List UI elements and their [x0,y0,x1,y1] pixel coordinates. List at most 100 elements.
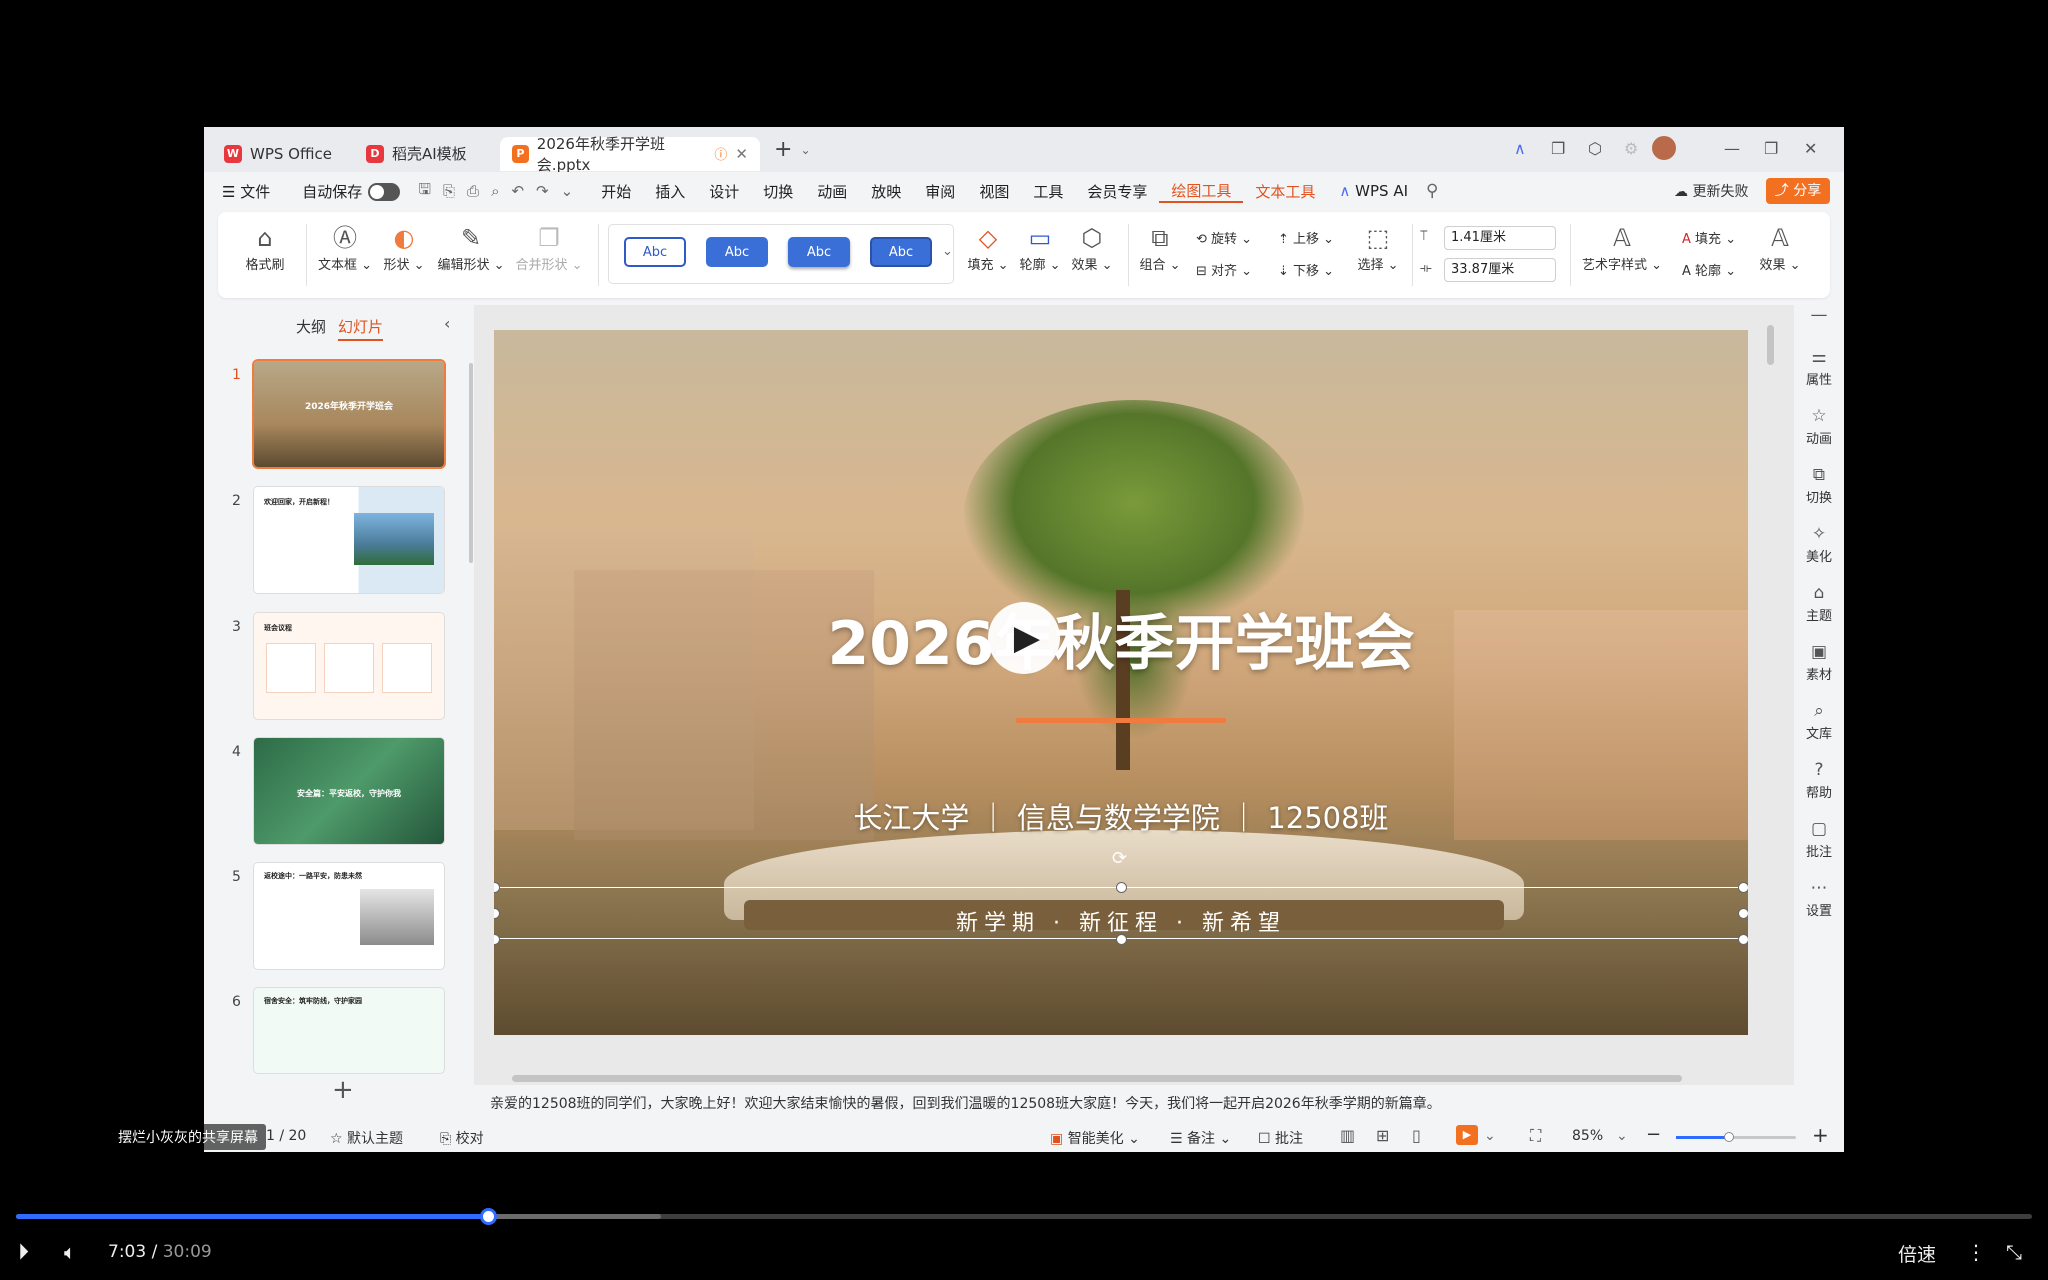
rail-comments[interactable]: ▢ 批注 [1794,819,1844,860]
style-sample-fill[interactable]: Abc [706,237,768,267]
rail-properties[interactable]: ⚌ 属性 [1794,347,1844,388]
tab-docer[interactable]: D 稻壳AI模板 [354,137,494,171]
ai-logo-icon[interactable]: ∧ [1514,139,1526,158]
slideshow-dropdown-icon[interactable]: ⌄ [1484,1128,1496,1144]
comments-button[interactable]: ☐ 批注 [1258,1128,1303,1148]
slide-subtitle[interactable]: 长江大学 ｜ 信息与数学学院 ｜ 12508班 [494,795,1748,837]
print-icon[interactable]: ⎙ [467,182,479,200]
zoom-in-icon[interactable]: + [1812,1123,1829,1147]
default-theme-button[interactable]: ☆ 默认主题 [330,1128,403,1148]
close-tab-icon[interactable]: ✕ [735,145,748,163]
rotate-button[interactable]: ⟲ 旋转 ⌄ [1196,228,1252,247]
slide-thumb-6[interactable]: 宿舍安全：筑牢防线，守护家园 [254,988,444,1073]
file-menu[interactable]: ☰ 文件 [204,181,282,202]
rail-animation[interactable]: ☆ 动画 [1794,406,1844,447]
zoom-slider-knob[interactable] [1724,1132,1734,1142]
outline-button[interactable]: ▭ 轮廓 ⌄ [1018,222,1062,273]
rail-theme[interactable]: ⌂ 主题 [1794,583,1844,624]
scroll-thumb[interactable] [512,1075,1682,1082]
slide-thumb-2[interactable]: 欢迎回家，开启新程！ [254,487,444,593]
resize-handle[interactable] [494,934,500,945]
menu-design[interactable]: 设计 [697,181,751,202]
new-tab-icon[interactable]: + [774,137,792,162]
more-options-icon[interactable]: ⋮ [1966,1240,1986,1264]
edit-shape-button[interactable]: ✎ 编辑形状 ⌄ [436,222,506,273]
text-outline-button[interactable]: A 轮廓 ⌄ [1682,260,1736,279]
menu-home[interactable]: 开始 [589,181,643,202]
rotate-handle-icon[interactable]: ⟳ [1112,848,1127,869]
video-play-icon[interactable]: ⏵ [18,1240,29,1265]
style-sample-border[interactable]: Abc [870,237,932,267]
print-preview-icon[interactable]: ⌕ [491,182,499,200]
add-slide-icon[interactable]: + [332,1075,354,1105]
slideshow-button[interactable]: ▶ [1456,1125,1478,1145]
rail-transition[interactable]: ⧉ 切换 [1794,465,1844,506]
fit-screen-icon[interactable]: ⛶ [1530,1126,1541,1146]
tab-wps-office[interactable]: W WPS Office [212,137,348,171]
resize-handle[interactable] [1738,908,1748,919]
video-progress-bar[interactable] [16,1208,2032,1225]
volume-icon[interactable]: 🔈︎ [64,1240,76,1264]
slide-title[interactable]: 2026年秋季开学班会 [494,595,1748,682]
playback-speed-button[interactable]: 倍速 [1898,1240,1936,1267]
sorter-view-icon[interactable]: ⊞ [1376,1126,1389,1145]
format-painter-button[interactable]: ⌂ 格式刷 [240,222,290,273]
proofread-button[interactable]: ⎘ 校对 [440,1128,484,1148]
vertical-scrollbar[interactable] [1764,305,1776,1085]
rail-settings[interactable]: ⋯ 设置 [1794,878,1844,919]
chevron-down-icon[interactable]: ⌄ [800,143,810,157]
menu-animation[interactable]: 动画 [805,181,859,202]
shape-button[interactable]: ◐ 形状 ⌄ [380,222,428,273]
text-fill-button[interactable]: A 填充 ⌄ [1682,228,1736,247]
textbox-button[interactable]: Ⓐ 文本框 ⌄ [316,222,374,273]
menu-tools[interactable]: 工具 [1021,181,1075,202]
effect-button[interactable]: ⬡ 效果 ⌄ [1070,222,1114,273]
menu-slideshow[interactable]: 放映 [859,181,913,202]
remarks-button[interactable]: ☰ 备注 ⌄ [1170,1128,1231,1148]
reading-view-icon[interactable]: ▯ [1412,1126,1421,1145]
rail-minimize[interactable]: — [1794,305,1844,327]
selection-box[interactable] [494,887,1748,939]
search-icon[interactable]: ⚲ [1426,181,1438,201]
smart-beautify-button[interactable]: ▣ 智能美化 ⌄ [1050,1128,1140,1148]
window-switch-icon[interactable]: ❐ [1551,139,1565,158]
style-sample-shadow[interactable]: Abc [788,237,850,267]
export-icon[interactable]: ⎘ [443,182,455,200]
undo-icon[interactable]: ↶ [511,182,524,200]
tab-outline[interactable]: 大纲 [296,316,326,337]
rail-library[interactable]: ⌕ 文库 [1794,701,1844,742]
zoom-out-icon[interactable]: − [1646,1124,1661,1145]
exit-fullscreen-icon[interactable]: ⤡ [2006,1240,2022,1264]
redo-icon[interactable]: ↷ [536,182,549,200]
toggle-switch[interactable] [368,183,401,201]
menu-transition[interactable]: 切换 [751,181,805,202]
video-progress-knob[interactable] [479,1208,497,1225]
zoom-dropdown-icon[interactable]: ⌄ [1616,1128,1628,1144]
merge-shape-button[interactable]: ❐ 合并形状 ⌄ [514,222,584,273]
slide-thumb-4[interactable]: 安全篇：平安返校，守护你我 [254,738,444,844]
slide-canvas[interactable]: 2026年秋季开学班会 长江大学 ｜ 信息与数学学院 ｜ 12508班 新学期 … [494,330,1748,1035]
minimize-icon[interactable]: — [1724,139,1740,158]
autosave-toggle[interactable]: 自动保存 [282,181,412,202]
resize-handle[interactable] [1116,882,1127,893]
more-quick-icon[interactable]: ⌄ [561,182,574,200]
settings-icon[interactable]: ⚙ [1624,139,1638,158]
zoom-slider[interactable] [1676,1132,1796,1142]
speaker-notes[interactable]: 亲爱的12508班的同学们，大家晚上好！欢迎大家结束愉快的暑假，回到我们温暖的1… [484,1090,1784,1118]
gallery-expand-icon[interactable]: ⌄ [942,244,953,259]
slide-thumb-5[interactable]: 返校途中：一路平安，防患未然 [254,863,444,969]
menu-review[interactable]: 审阅 [913,181,967,202]
group-button[interactable]: ⧉ 组合 ⌄ [1138,222,1182,273]
resize-handle[interactable] [1738,882,1748,893]
save-icon[interactable]: 🖫 [418,179,431,204]
width-input[interactable]: 33.87厘米 [1444,258,1556,282]
rail-material[interactable]: ▣ 素材 [1794,642,1844,683]
scroll-thumb[interactable] [1767,325,1774,365]
menu-drawing-tools[interactable]: 绘图工具 [1159,180,1244,203]
share-button[interactable]: ⤴ 分享 [1766,178,1830,204]
panel-scrollbar[interactable] [469,363,473,563]
art-style-button[interactable]: 𝔸 艺术字样式 ⌄ [1580,222,1664,273]
normal-view-icon[interactable]: ▥ [1340,1126,1355,1145]
select-button[interactable]: ⬚ 选择 ⌄ [1356,222,1400,273]
slide-thumb-3[interactable]: 班会议程 [254,613,444,719]
